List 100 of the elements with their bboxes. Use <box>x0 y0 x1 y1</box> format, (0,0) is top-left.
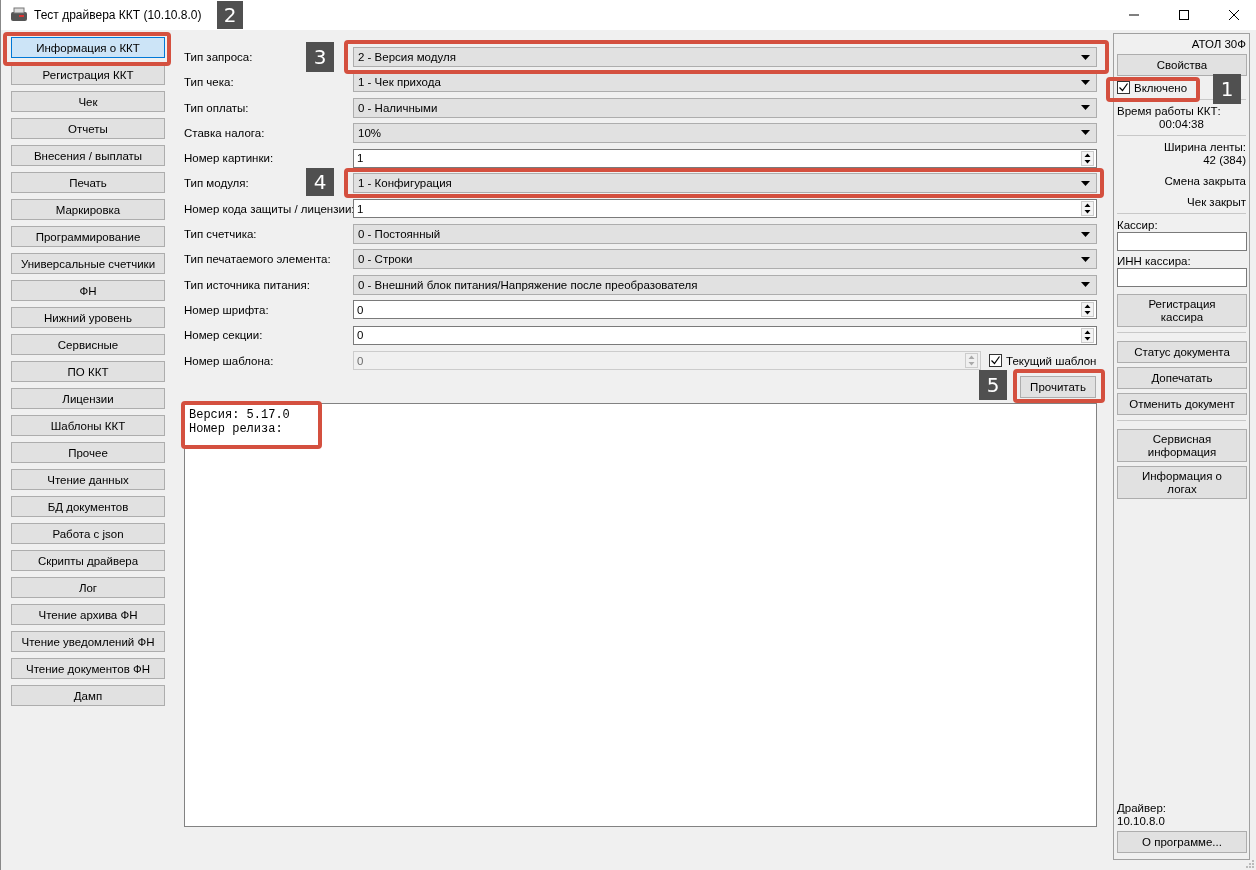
output-line: Номер релиза: <box>189 421 284 436</box>
sidebar-item[interactable]: Прочее <box>11 442 165 463</box>
caret-icon <box>1081 105 1090 111</box>
info-button[interactable]: Сервисная информация <box>1117 429 1247 462</box>
dropdown[interactable]: 0 - Строки <box>353 249 1097 270</box>
caret-icon <box>1081 79 1090 85</box>
sidebar-item[interactable]: Программирование <box>11 226 165 247</box>
spin-field[interactable]: 0 <box>353 300 1097 320</box>
caret-icon <box>1081 231 1090 237</box>
maximize-icon[interactable] <box>1178 9 1190 21</box>
dropdown[interactable]: 1 - Конфигурация <box>353 173 1097 194</box>
field-label: Ставка налога: <box>184 126 265 139</box>
dropdown[interactable]: 2 - Версия модуля <box>353 47 1097 67</box>
field-label: Номер картинки: <box>184 152 274 165</box>
read-button[interactable]: Прочитать <box>1020 375 1096 398</box>
sidebar-item[interactable]: Чек <box>11 91 165 112</box>
driver-version: 10.10.8.0 <box>1117 815 1166 827</box>
output-line: Версия: 5.17.0 <box>189 407 291 422</box>
driver-label: Драйвер: <box>1117 802 1167 814</box>
uptime-value: 00:04:38 <box>1158 118 1205 130</box>
checkbox-label: Включено <box>1134 81 1188 94</box>
sidebar-item[interactable]: Чтение архива ФН <box>11 604 165 625</box>
cashier-inn-label: ИНН кассира: <box>1117 255 1192 267</box>
register-cashier-button[interactable]: Регистрация кассира <box>1117 294 1247 327</box>
printer-icon <box>10 7 28 23</box>
sidebar-item[interactable]: Чтение данных <box>11 469 165 490</box>
tape-width-value: 42 (384) <box>1202 154 1246 166</box>
sidebar-item[interactable]: Работа с json <box>11 523 165 544</box>
field-label: Тип оплаты: <box>184 101 249 114</box>
spin-field[interactable]: 0 <box>353 325 1097 345</box>
spin-field[interactable]: 1 <box>353 148 1097 168</box>
caret-icon <box>1081 282 1090 288</box>
sidebar-item[interactable]: Чтение уведомлений ФН <box>11 631 165 652</box>
sidebar-item[interactable]: Внесения / выплаты <box>11 145 165 166</box>
sidebar-item[interactable]: Чтение документов ФН <box>11 658 165 679</box>
shift-status: Смена закрыта <box>1163 175 1246 187</box>
field-label: Номер шаблона: <box>184 354 274 367</box>
properties-button[interactable]: Свойства <box>1117 54 1247 76</box>
document-button[interactable]: Статус документа <box>1117 341 1247 363</box>
about-button[interactable]: О программе... <box>1117 831 1247 853</box>
callout-number: 1 <box>1213 74 1241 104</box>
dropdown[interactable]: 0 - Постоянный <box>353 224 1097 245</box>
field-label: Тип печатаемого элемента: <box>184 253 331 266</box>
sidebar-item[interactable]: Сервисные <box>11 334 165 355</box>
sidebar-item[interactable]: Маркировка <box>11 199 165 220</box>
sidebar-item[interactable]: Информация о ККТ <box>11 37 165 58</box>
sidebar-item[interactable]: Лицензии <box>11 388 165 409</box>
sidebar-item[interactable]: ФН <box>11 280 165 301</box>
field-label: Тип счетчика: <box>184 228 257 241</box>
dropdown[interactable]: 10% <box>353 122 1097 143</box>
field-label: Тип чека: <box>184 76 234 89</box>
caret-icon <box>1081 130 1090 136</box>
spinner-icon[interactable] <box>1081 201 1094 217</box>
uptime-label: Время работы ККТ: <box>1117 105 1222 117</box>
spinner-icon[interactable] <box>1081 150 1094 166</box>
sidebar-item[interactable]: Скрипты драйвера <box>11 550 165 571</box>
spin-field[interactable]: 1 <box>353 199 1097 219</box>
output-area[interactable]: Версия: 5.17.0 Номер релиза: <box>184 402 1097 827</box>
field-label: Тип запроса: <box>184 51 253 63</box>
sidebar-item[interactable]: Нижний уровень <box>11 307 165 328</box>
checkbox-label: Текущий шаблон <box>1006 354 1097 367</box>
document-button[interactable]: Допечатать <box>1117 367 1247 389</box>
sidebar-item[interactable]: Шаблоны ККТ <box>11 415 165 436</box>
sidebar-item[interactable]: Отчеты <box>11 118 165 139</box>
sidebar-item[interactable]: БД документов <box>11 496 165 517</box>
spinner-icon[interactable] <box>1081 327 1094 343</box>
checkbox[interactable] <box>1117 81 1130 94</box>
callout-number: 4 <box>306 168 334 196</box>
caret-icon <box>1081 256 1090 262</box>
field-label: Номер шрифта: <box>184 303 269 316</box>
dropdown[interactable]: 1 - Чек прихода <box>353 72 1097 93</box>
sidebar-item[interactable]: Универсальные счетчики <box>11 253 165 274</box>
caret-icon <box>1081 181 1090 186</box>
tape-width-label: Ширина ленты: <box>1163 141 1246 153</box>
sidebar-item[interactable]: Лог <box>11 577 165 598</box>
cashier-inn-field[interactable] <box>1117 268 1247 287</box>
device-name: АТОЛ 30Ф <box>1190 38 1246 50</box>
field-label: Тип модуля: <box>184 177 249 190</box>
sidebar-item[interactable]: Печать <box>11 172 165 193</box>
dropdown[interactable]: 0 - Внешний блок питания/Напряжение после преобразователя <box>353 274 1097 295</box>
close-icon[interactable] <box>1228 9 1240 21</box>
sidebar-item[interactable]: Регистрация ККТ <box>11 64 165 85</box>
cashier-label: Кассир: <box>1117 219 1159 231</box>
field-label: Тип источника питания: <box>184 278 310 291</box>
sidebar-item[interactable]: ПО ККТ <box>11 361 165 382</box>
callout-number: 3 <box>306 42 334 72</box>
resize-grip-icon[interactable] <box>1245 859 1254 868</box>
sidebar-item[interactable]: Дамп <box>11 685 165 706</box>
field-label: Номер кода защиты / лицензии: <box>184 202 355 215</box>
document-button[interactable]: Отменить документ <box>1117 393 1247 415</box>
window-title: Тест драйвера ККТ (10.10.8.0) <box>34 8 202 22</box>
callout-number: 2 <box>217 1 243 29</box>
caret-icon <box>1081 54 1090 60</box>
spinner-icon[interactable] <box>1081 302 1094 318</box>
dropdown[interactable]: 0 - Наличными <box>353 97 1097 118</box>
cashier-field[interactable] <box>1117 232 1247 251</box>
receipt-status: Чек закрыт <box>1186 196 1246 208</box>
field-label: Номер секции: <box>184 329 263 342</box>
callout-number: 5 <box>979 370 1007 400</box>
info-button[interactable]: Информация о логах <box>1117 466 1247 499</box>
